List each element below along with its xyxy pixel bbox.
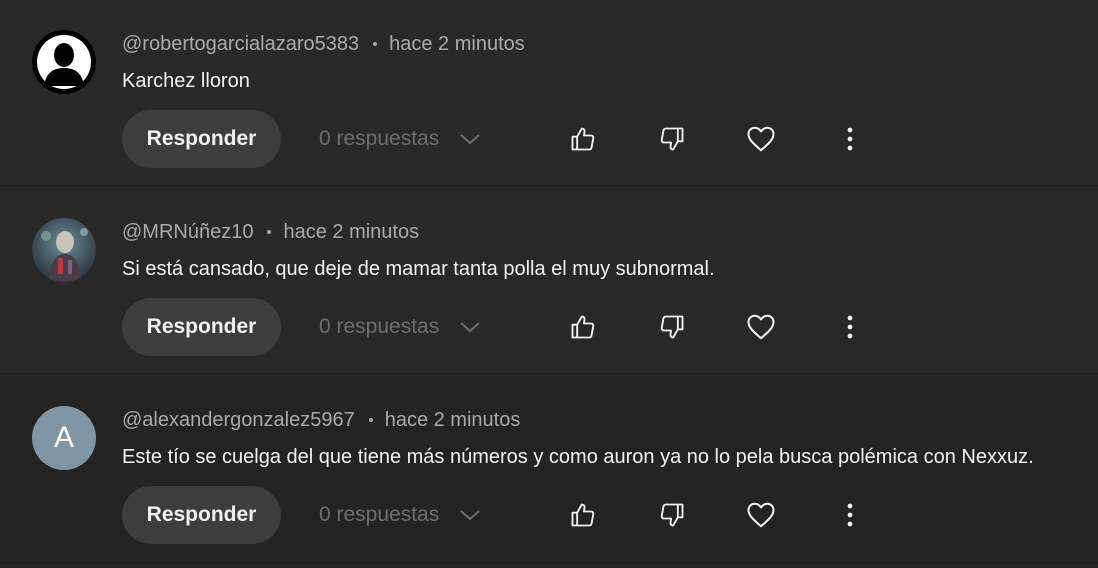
comment-list: @robertogarcialazaro5383 hace 2 minutos … — [0, 0, 1098, 568]
comment-meta: @alexandergonzalez5967 hace 2 minutos — [122, 408, 520, 432]
like-button[interactable] — [563, 119, 603, 159]
avatar[interactable] — [32, 218, 96, 282]
replies-count: 0 respuestas — [319, 127, 440, 150]
replies-count: 0 respuestas — [319, 315, 440, 338]
separator-dot — [267, 230, 272, 234]
more-vert-icon — [847, 127, 853, 151]
author-name[interactable]: @MRNúñez10 — [122, 221, 253, 244]
chevron-down-icon — [459, 132, 481, 146]
comment-text: Este tío se cuelga del que tiene más núm… — [122, 446, 1034, 468]
more-vert-icon — [847, 315, 853, 339]
heart-icon — [747, 502, 775, 528]
heart-icon — [747, 314, 775, 340]
reply-button[interactable]: Responder — [122, 110, 281, 168]
comment-actions: Responder 0 respuestas — [122, 486, 1082, 544]
thumbs-up-icon — [571, 503, 595, 527]
comment-item: A @alexandergonzalez5967 hace 2 minutos … — [0, 376, 1098, 564]
thumbs-down-icon — [660, 127, 684, 151]
more-options-button[interactable] — [830, 495, 870, 535]
reply-button[interactable]: Responder — [122, 298, 281, 356]
thumbs-up-icon — [571, 127, 595, 151]
like-button[interactable] — [563, 307, 603, 347]
heart-button[interactable] — [741, 307, 781, 347]
replies-count: 0 respuestas — [319, 503, 440, 526]
timestamp[interactable]: hace 2 minutos — [385, 409, 521, 432]
comment-text: Karchez lloron — [122, 70, 250, 92]
default-avatar-icon — [32, 30, 96, 94]
dislike-button[interactable] — [652, 495, 692, 535]
more-options-button[interactable] — [830, 307, 870, 347]
comment-item: @MRNúñez10 hace 2 minutos Si está cansad… — [0, 188, 1098, 374]
separator-dot — [373, 42, 378, 46]
heart-icon — [747, 126, 775, 152]
separator-dot — [368, 418, 373, 422]
like-button[interactable] — [563, 495, 603, 535]
avatar[interactable] — [32, 30, 96, 94]
replies-toggle[interactable]: 0 respuestas — [319, 486, 481, 544]
comment-text: Si está cansado, que deje de mamar tanta… — [122, 258, 715, 280]
reply-button[interactable]: Responder — [122, 486, 281, 544]
comment-actions: Responder 0 respuestas — [122, 298, 1082, 356]
comment-actions: Responder 0 respuestas — [122, 110, 1082, 168]
replies-toggle[interactable]: 0 respuestas — [319, 298, 481, 356]
heart-button[interactable] — [741, 119, 781, 159]
more-vert-icon — [847, 503, 853, 527]
dislike-button[interactable] — [652, 307, 692, 347]
comment-meta: @robertogarcialazaro5383 hace 2 minutos — [122, 32, 525, 56]
timestamp[interactable]: hace 2 minutos — [283, 221, 419, 244]
dislike-button[interactable] — [652, 119, 692, 159]
chevron-down-icon — [459, 320, 481, 334]
heart-button[interactable] — [741, 495, 781, 535]
avatar[interactable]: A — [32, 406, 96, 470]
replies-toggle[interactable]: 0 respuestas — [319, 110, 481, 168]
thumbs-down-icon — [660, 315, 684, 339]
comment-item: @robertogarcialazaro5383 hace 2 minutos … — [0, 0, 1098, 186]
thumbs-up-icon — [571, 315, 595, 339]
thumbs-down-icon — [660, 503, 684, 527]
author-name[interactable]: @robertogarcialazaro5383 — [122, 33, 359, 56]
chevron-down-icon — [459, 508, 481, 522]
author-name[interactable]: @alexandergonzalez5967 — [122, 409, 355, 432]
comment-meta: @MRNúñez10 hace 2 minutos — [122, 220, 419, 244]
more-options-button[interactable] — [830, 119, 870, 159]
profile-photo-icon — [32, 218, 96, 282]
timestamp[interactable]: hace 2 minutos — [389, 33, 525, 56]
